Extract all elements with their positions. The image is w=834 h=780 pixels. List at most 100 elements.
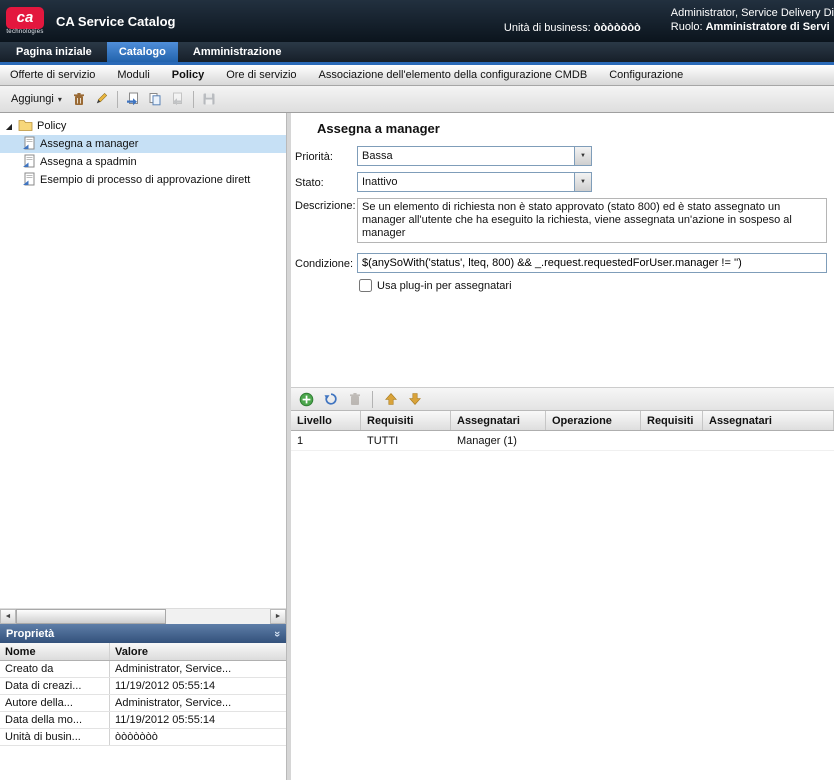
state-select[interactable]: Inattivo ▼ <box>357 172 592 192</box>
plugin-row: Usa plug-in per assegnatari <box>359 279 834 292</box>
business-unit-label: Unità di business: <box>504 22 591 34</box>
column-header-assegnatari-2[interactable]: Assegnatari <box>703 411 834 430</box>
tree-node-assegna-a-spadmin[interactable]: Assegna a spadmin <box>0 153 286 171</box>
user-name: Administrator, Service Delivery Di <box>671 6 834 20</box>
delete-icon[interactable] <box>70 90 89 109</box>
property-name: Data di creazi... <box>0 678 110 694</box>
move-up-icon[interactable] <box>381 390 400 409</box>
description-field[interactable]: Se un elemento di richiesta non è stato … <box>357 198 827 243</box>
role-label: Ruolo: <box>671 21 703 33</box>
properties-table: Nome Valore Creato da Administrator, Ser… <box>0 643 286 746</box>
tree-node-label: Assegna a manager <box>40 138 138 150</box>
chevron-down-icon: ▾ <box>58 95 62 104</box>
scrollbar-track[interactable] <box>16 609 270 624</box>
tree-node-assegna-a-manager[interactable]: Assegna a manager <box>0 135 286 153</box>
subnav-moduli[interactable]: Moduli <box>117 69 149 81</box>
aggiungi-label: Aggiungi <box>11 93 54 105</box>
subnav-configurazione[interactable]: Configurazione <box>609 69 683 81</box>
move-down-icon[interactable] <box>405 390 424 409</box>
app-header: ca technologies CA Service Catalog Unità… <box>0 0 834 42</box>
copy-icon[interactable] <box>146 90 165 109</box>
property-row: Data della mo... 11/19/2012 05:55:14 <box>0 712 286 729</box>
tree-horizontal-scrollbar[interactable]: ◄ ► <box>0 608 286 624</box>
tree-node-label: Policy <box>37 120 66 132</box>
tab-amministrazione[interactable]: Amministrazione <box>181 42 294 62</box>
header-user-area: Unità di business:òòòòòòò Administrator,… <box>504 6 834 37</box>
condition-row: Condizione: <box>295 253 834 273</box>
levels-table-filler <box>291 451 834 780</box>
condition-input[interactable] <box>357 253 827 273</box>
detail-panel: Assegna a manager Priorità: Bassa ▼ Stat… <box>291 113 834 780</box>
levels-header-row: Livello Requisiti Assegnatari Operazione… <box>291 411 834 431</box>
priority-select[interactable]: Bassa ▼ <box>357 146 592 166</box>
user-role: Ruolo:Amministratore di Servi <box>671 20 834 34</box>
scrollbar-thumb[interactable] <box>16 609 166 624</box>
edit-icon[interactable] <box>92 90 111 109</box>
tree-expanded-icon[interactable]: ◢ <box>4 122 14 131</box>
toolbar-separator <box>117 91 118 108</box>
priority-row: Priorità: Bassa ▼ <box>295 146 834 166</box>
subnav-offerte-di-servizio[interactable]: Offerte di servizio <box>10 69 95 81</box>
business-unit: Unità di business:òòòòòòò <box>504 22 641 34</box>
column-header-valore[interactable]: Valore <box>110 646 286 658</box>
refresh-icon[interactable] <box>321 390 340 409</box>
tab-pagina-iniziale[interactable]: Pagina iniziale <box>4 42 104 62</box>
collapse-chevrons-icon[interactable]: » <box>271 630 283 636</box>
tab-catalogo[interactable]: Catalogo <box>107 42 178 62</box>
cell-requisiti: TUTTI <box>361 435 451 447</box>
import-icon[interactable] <box>168 90 187 109</box>
column-header-operazione[interactable]: Operazione <box>546 411 641 430</box>
column-header-nome[interactable]: Nome <box>0 643 110 660</box>
aggiungi-button[interactable]: Aggiungi ▾ <box>6 91 67 107</box>
column-header-requisiti[interactable]: Requisiti <box>361 411 451 430</box>
add-level-icon[interactable] <box>297 390 316 409</box>
subnav-associazione-cmdb[interactable]: Associazione dell'elemento della configu… <box>319 69 588 81</box>
description-label: Descrizione: <box>295 198 357 212</box>
column-header-assegnatari[interactable]: Assegnatari <box>451 411 546 430</box>
level-row[interactable]: 1 TUTTI Manager (1) <box>291 431 834 451</box>
plugin-checkbox-label: Usa plug-in per assegnatari <box>377 280 512 292</box>
ca-logo-subtext: technologies <box>6 29 44 35</box>
left-panel: ◢ Policy Assegna a manager As <box>0 113 287 780</box>
property-value: Administrator, Service... <box>110 697 286 709</box>
state-row: Stato: Inattivo ▼ <box>295 172 834 192</box>
property-name: Autore della... <box>0 695 110 711</box>
property-row: Autore della... Administrator, Service..… <box>0 695 286 712</box>
user-info: Administrator, Service Delivery Di Ruolo… <box>671 6 834 34</box>
column-header-livello[interactable]: Livello <box>291 411 361 430</box>
properties-header[interactable]: Proprietà » <box>0 624 286 643</box>
dropdown-arrow-icon[interactable]: ▼ <box>574 173 591 191</box>
subnav-policy[interactable]: Policy <box>172 69 204 81</box>
scroll-right-icon[interactable]: ► <box>270 609 286 624</box>
form-title: Assegna a manager <box>317 121 834 136</box>
state-value: Inattivo <box>358 173 574 191</box>
policy-form: Assegna a manager Priorità: Bassa ▼ Stat… <box>291 113 834 387</box>
scroll-left-icon[interactable]: ◄ <box>0 609 16 624</box>
toolbar-separator <box>193 91 194 108</box>
tree-node-policy-root[interactable]: ◢ Policy <box>0 117 286 135</box>
save-icon[interactable] <box>200 90 219 109</box>
properties-filler <box>0 746 286 780</box>
property-value: 11/19/2012 05:55:14 <box>110 680 286 692</box>
delete-level-icon[interactable] <box>345 390 364 409</box>
levels-table: Livello Requisiti Assegnatari Operazione… <box>291 411 834 451</box>
policy-icon <box>22 172 36 189</box>
property-name: Creato da <box>0 661 110 677</box>
policy-icon <box>22 154 36 171</box>
dropdown-arrow-icon[interactable]: ▼ <box>574 147 591 165</box>
catalog-subnav: Offerte di servizio Moduli Policy Ore di… <box>0 65 834 86</box>
policy-toolbar: Aggiungi ▾ <box>0 86 834 113</box>
column-header-requisiti-2[interactable]: Requisiti <box>641 411 703 430</box>
properties-title: Proprietà <box>6 628 54 640</box>
property-value: òòòòòòò <box>110 731 286 743</box>
subnav-ore-di-servizio[interactable]: Ore di servizio <box>226 69 296 81</box>
export-icon[interactable] <box>124 90 143 109</box>
main-nav: Pagina iniziale Catalogo Amministrazione <box>0 42 834 65</box>
priority-label: Priorità: <box>295 149 357 163</box>
cell-assegnatari: Manager (1) <box>451 435 546 447</box>
property-name: Unità di busin... <box>0 729 110 745</box>
plugin-checkbox[interactable] <box>359 279 372 292</box>
tree-node-esempio-processo[interactable]: Esempio di processo di approvazione dire… <box>0 171 286 189</box>
property-value: Administrator, Service... <box>110 663 286 675</box>
ca-logo: ca technologies <box>6 7 44 35</box>
